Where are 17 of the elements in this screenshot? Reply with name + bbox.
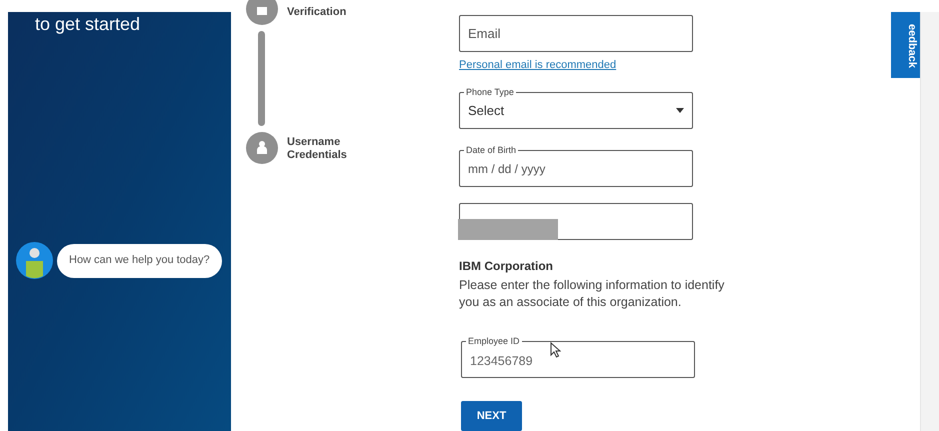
field-label: Employee ID — [466, 334, 522, 348]
feedback-tab[interactable]: eedback — [891, 12, 920, 78]
step-user-icon — [246, 132, 278, 164]
next-button[interactable]: NEXT — [461, 400, 522, 431]
field-label: Phone Type — [464, 86, 516, 100]
mouse-cursor-icon — [550, 342, 561, 358]
email-hint-link[interactable]: Personal email is recommended — [459, 57, 741, 74]
dropdown-caret-icon — [676, 108, 684, 113]
step-label: Verification — [287, 6, 348, 19]
input-field[interactable] — [459, 202, 693, 240]
input-field[interactable]: Email — [459, 15, 693, 52]
organization-name: IBM Corporation — [459, 258, 554, 275]
organization-description: Please enter the following information to identify you as an associate of this organization. — [459, 276, 726, 311]
hero-title: to get started — [35, 13, 142, 36]
step-label: Username Credentials — [287, 136, 348, 162]
chat-bubble[interactable]: How can we help you today? — [57, 244, 222, 278]
chat-avatar-icon — [16, 242, 53, 279]
